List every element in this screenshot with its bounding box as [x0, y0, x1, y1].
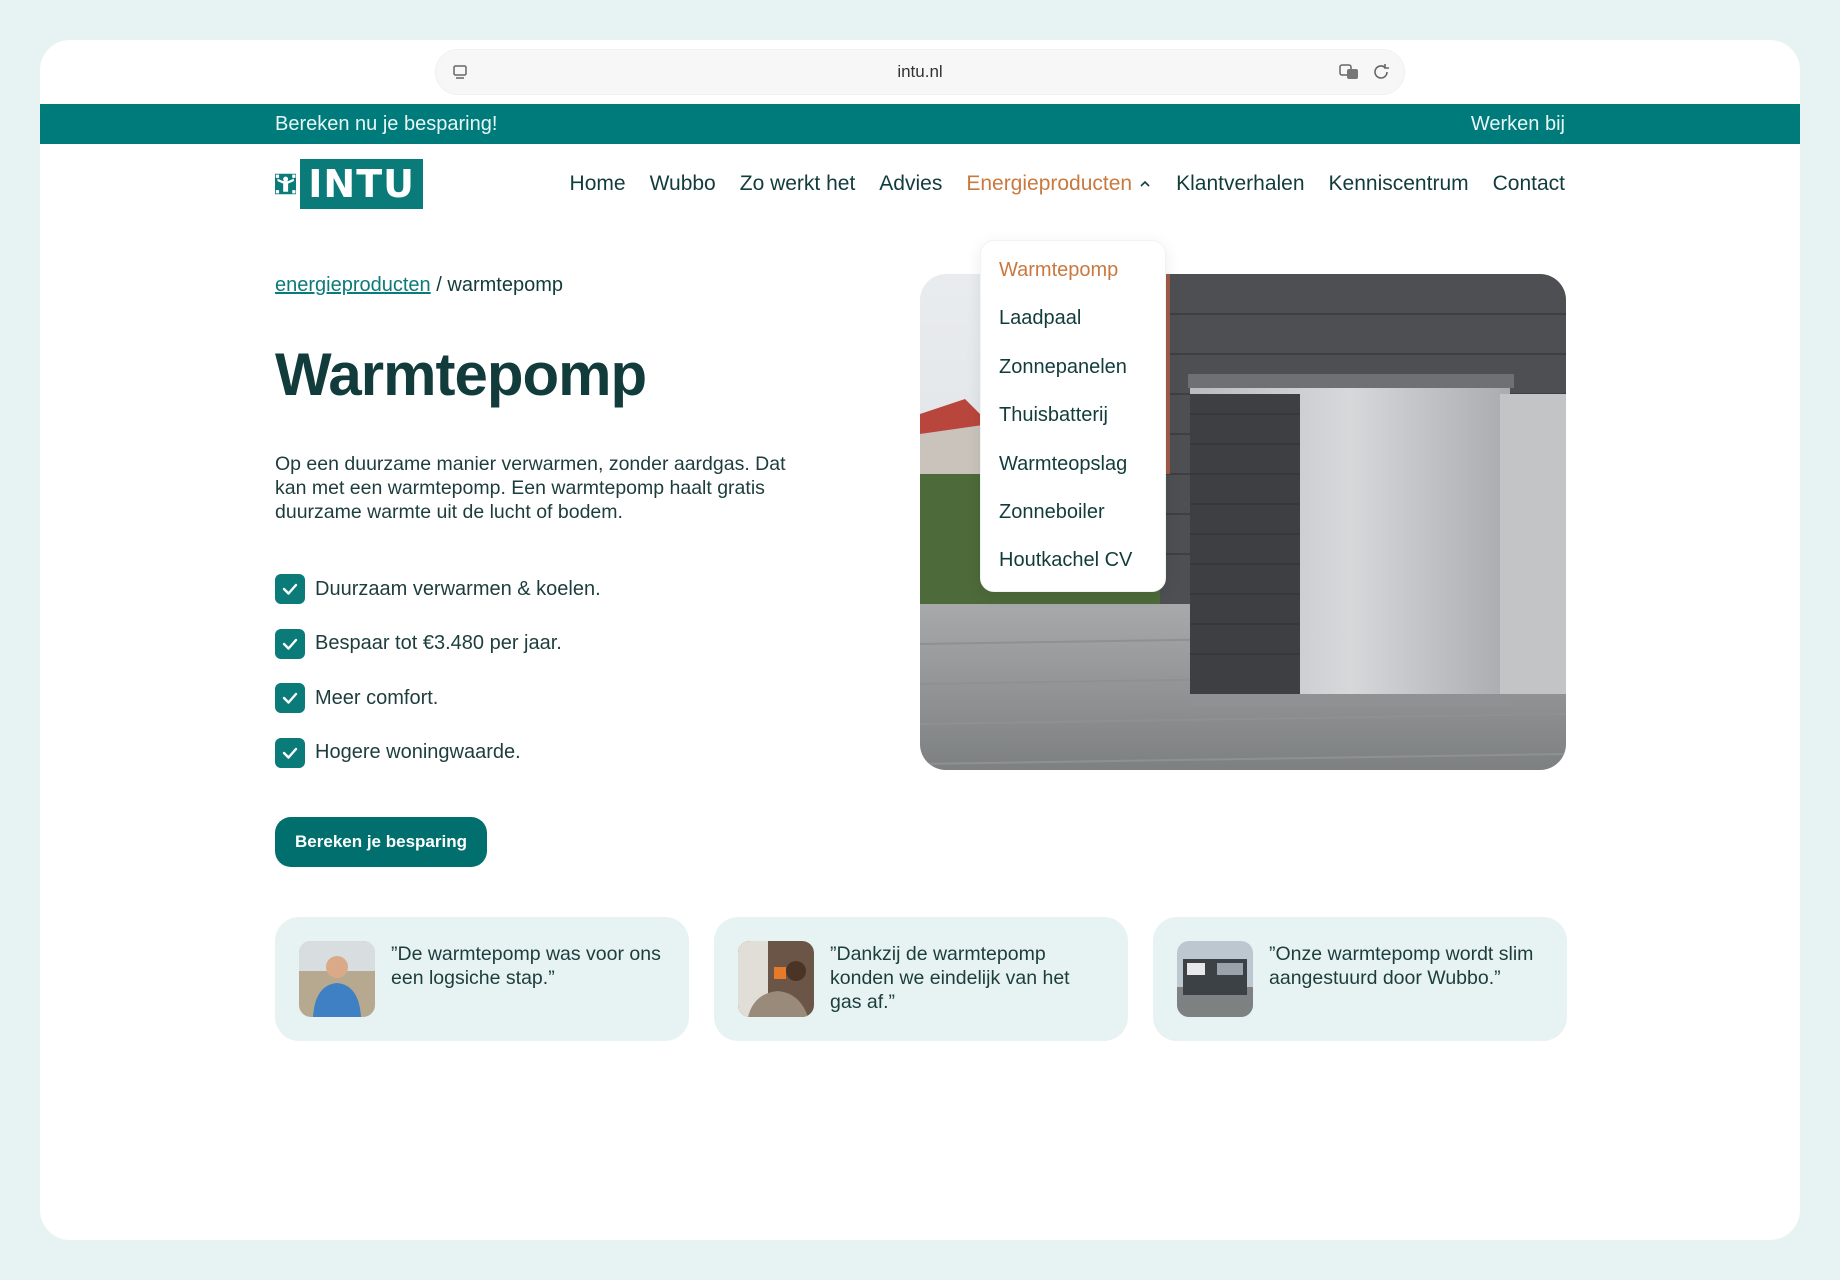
checkmark-icon — [275, 574, 305, 604]
tab-overview-icon[interactable] — [450, 62, 470, 82]
nav-energieproducten[interactable]: Energieproducten — [966, 172, 1152, 196]
testimonials: ”De warmtepomp was voor ons een logsiche… — [275, 917, 1567, 1041]
testimonial-card[interactable]: ”Onze warmtepomp wordt slim aangestuurd … — [1153, 917, 1567, 1041]
dropdown-item-houtkachel-cv[interactable]: Houtkachel CV — [981, 545, 1165, 593]
nav-home[interactable]: Home — [570, 172, 626, 196]
testimonial-quote: ”De warmtepomp was voor ons een logsiche… — [391, 943, 661, 989]
jobs-link[interactable]: Werken bij — [1471, 113, 1565, 136]
translate-icon[interactable] — [1338, 61, 1360, 83]
testimonial-photo — [299, 941, 375, 1017]
calculate-savings-button[interactable]: Bereken je besparing — [275, 817, 487, 867]
intro-text: Op een duurzame manier verwarmen, zonder… — [275, 453, 786, 523]
checkmark-icon — [275, 737, 305, 768]
nav-zo-werkt-het[interactable]: Zo werkt het — [740, 172, 856, 196]
dropdown-item-zonnepanelen[interactable]: Zonnepanelen — [981, 352, 1165, 400]
chevron-up-icon — [1140, 180, 1150, 187]
benefit-text: Meer comfort. — [315, 686, 439, 709]
breadcrumb-separator: / — [436, 274, 442, 296]
address-bar[interactable]: intu.nl — [436, 50, 1404, 94]
dropdown-item-warmteopslag[interactable]: Warmteopslag — [981, 449, 1165, 497]
nav-kenniscentrum[interactable]: Kenniscentrum — [1329, 172, 1469, 196]
nav-contact[interactable]: Contact — [1493, 172, 1565, 196]
benefit-text: Hogere woningwaarde. — [315, 741, 521, 763]
benefit-item: Bespaar tot €3.480 per jaar. — [275, 628, 601, 659]
breadcrumb-current: warmtepomp — [447, 274, 563, 296]
benefit-item: Hogere woningwaarde. — [275, 737, 601, 768]
savings-promo-link[interactable]: Bereken nu je besparing! — [275, 113, 497, 136]
nav-energieproducten-label: Energieproducten — [966, 172, 1133, 195]
breadcrumb: energieproducten / warmtepomp — [275, 274, 563, 297]
dropdown-item-laadpaal[interactable]: Laadpaal — [981, 303, 1165, 351]
benefit-text: Bespaar tot €3.480 per jaar. — [315, 632, 562, 654]
dropdown-item-thuisbatterij[interactable]: Thuisbatterij — [981, 400, 1165, 448]
reload-icon[interactable] — [1370, 61, 1392, 83]
checkmark-icon — [275, 683, 305, 713]
energieproducten-dropdown: Warmtepomp Laadpaal Zonnepanelen Thuisba… — [980, 240, 1166, 592]
url-text: intu.nl — [897, 62, 943, 81]
benefit-item: Meer comfort. — [275, 683, 601, 713]
logo-wordmark: INTU — [300, 159, 423, 209]
main-nav: Home Wubbo Zo werkt het Advies Energiepr… — [570, 172, 1565, 196]
nav-advies[interactable]: Advies — [879, 172, 942, 196]
testimonial-photo — [1177, 941, 1253, 1017]
breadcrumb-parent-link[interactable]: energieproducten — [275, 274, 431, 296]
benefit-item: Duurzaam verwarmen & koelen. — [275, 574, 601, 604]
testimonial-quote: ”Onze warmtepomp wordt slim aangestuurd … — [1269, 943, 1534, 989]
checkmark-icon — [275, 628, 305, 659]
testimonial-photo — [738, 941, 814, 1017]
top-promo-bar: Bereken nu je besparing! Werken bij — [40, 104, 1800, 144]
testimonial-card[interactable]: ”De warmtepomp was voor ons een logsiche… — [275, 917, 689, 1041]
intu-logo[interactable]: INTU — [275, 159, 423, 209]
browser-window: intu.nl Bereken nu je besparing! Werken … — [40, 40, 1800, 1240]
logo-mark-icon — [275, 173, 297, 195]
dropdown-item-zonneboiler[interactable]: Zonneboiler — [981, 497, 1165, 545]
dropdown-item-warmtepomp[interactable]: Warmtepomp — [981, 255, 1165, 303]
page-title: Warmtepomp — [275, 341, 647, 408]
benefit-text: Duurzaam verwarmen & koelen. — [315, 577, 601, 600]
nav-wubbo[interactable]: Wubbo — [650, 172, 716, 196]
nav-klantverhalen[interactable]: Klantverhalen — [1176, 172, 1304, 196]
benefits-list: Duurzaam verwarmen & koelen. Bespaar tot… — [275, 574, 601, 792]
testimonial-card[interactable]: ”Dankzij de warmtepomp konden we eindeli… — [714, 917, 1128, 1041]
testimonial-quote: ”Dankzij de warmtepomp konden we eindeli… — [830, 943, 1070, 1013]
